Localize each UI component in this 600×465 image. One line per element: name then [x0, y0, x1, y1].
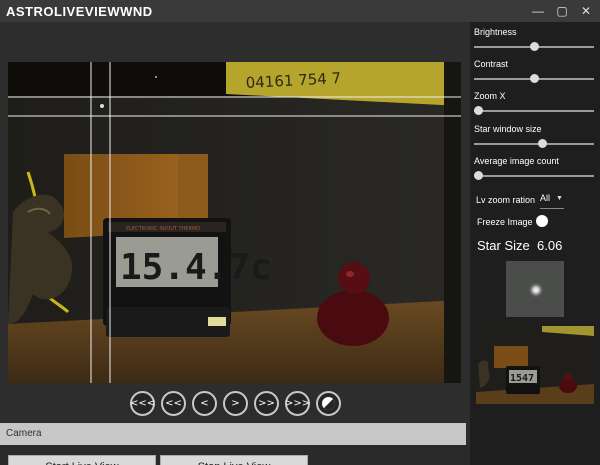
- star-preview-render: [506, 261, 564, 317]
- chevron-down-icon: ▼: [556, 195, 563, 202]
- navigation-bar: <<< << < > >> >>>: [0, 391, 470, 421]
- zoom-x-track: [474, 110, 594, 112]
- brightness-label: Brightness: [474, 27, 517, 37]
- avg-image-count-slider[interactable]: [474, 170, 594, 182]
- thumb-box: [494, 346, 528, 368]
- star-window-thumb[interactable]: [538, 139, 548, 148]
- nav-medium-right-button[interactable]: >>: [254, 391, 279, 416]
- avg-count-track: [474, 175, 594, 177]
- contrast-thumb[interactable]: [529, 74, 539, 83]
- nav-left-button[interactable]: <: [192, 391, 217, 416]
- freeze-image-label: Freeze Image: [477, 217, 533, 227]
- buddha-highlight: [346, 271, 354, 277]
- star-window-size-label: Star window size: [474, 124, 542, 134]
- contrast-label: Contrast: [474, 59, 509, 69]
- contrast-slider[interactable]: [474, 73, 594, 85]
- camera-panel-label: Camera: [6, 428, 42, 439]
- maximize-button[interactable]: ▢: [551, 0, 573, 22]
- camera-controls: Start Live View Stop Live View: [0, 445, 470, 465]
- close-button[interactable]: ✕: [575, 0, 597, 22]
- lv-zoom-value: All: [540, 193, 551, 203]
- zoom-x-thumb[interactable]: [474, 106, 483, 115]
- star-window-track: [474, 143, 594, 145]
- lcd-readout: 15.4.7c: [120, 247, 272, 288]
- star-point: [100, 104, 104, 108]
- lv-zoom-label: Lv zoom ration: [476, 195, 536, 205]
- live-view-image[interactable]: 04161 754 7 ELECTRONIC IN/OUT THERMO 15.…: [8, 62, 461, 383]
- live-view-scene: 04161 754 7 ELECTRONIC IN/OUT THERMO 15.…: [8, 62, 461, 383]
- title-bar: ASTROLIVEVIEWWND — ▢ ✕: [0, 0, 600, 22]
- thumb-buddha: [559, 379, 577, 393]
- freeze-image-toggle[interactable]: [536, 215, 548, 227]
- nav-fast-right-button[interactable]: >>>: [285, 391, 310, 416]
- thumbnail-preview[interactable]: 1547: [476, 326, 594, 404]
- buddha-body: [317, 290, 389, 346]
- nav-medium-left-button[interactable]: <<: [161, 391, 186, 416]
- settings-sidebar: Brightness Contrast Zoom X Star window s…: [470, 22, 600, 465]
- wall-edge: [444, 62, 461, 383]
- zoom-x-label: Zoom X: [474, 91, 506, 101]
- brightness-thumb[interactable]: [529, 42, 539, 51]
- star-size-value: 6.06: [537, 238, 563, 253]
- contrast-icon: [322, 397, 336, 411]
- window-title: ASTROLIVEVIEWWND: [6, 4, 153, 19]
- camera-panel-header: Camera: [0, 423, 466, 445]
- star-size-label: Star Size: [477, 238, 530, 253]
- thermo-label: [208, 317, 226, 326]
- thermo-header: ELECTRONIC IN/OUT THERMO: [126, 226, 200, 232]
- brightness-slider[interactable]: [474, 41, 594, 53]
- star-blob: [528, 282, 544, 298]
- minimize-button[interactable]: —: [527, 0, 549, 22]
- star-point-small: [155, 76, 157, 78]
- thumb-buddha-head: [564, 373, 572, 381]
- main-panel: 04161 754 7 ELECTRONIC IN/OUT THERMO 15.…: [0, 22, 470, 465]
- thumbnail-render: 1547: [476, 326, 594, 404]
- nav-fast-left-button[interactable]: <<<: [130, 391, 155, 416]
- lv-zoom-select[interactable]: All ▼: [540, 193, 564, 209]
- zoom-x-slider[interactable]: [474, 105, 594, 117]
- thumb-lcd-readout: 1547: [510, 373, 534, 384]
- nav-right-button[interactable]: >: [223, 391, 248, 416]
- star-window-size-slider[interactable]: [474, 138, 594, 150]
- stop-live-view-button[interactable]: Stop Live View: [160, 455, 308, 465]
- avg-image-count-label: Average image count: [474, 156, 559, 166]
- start-live-view-button[interactable]: Start Live View: [8, 455, 156, 465]
- select-underline: [540, 208, 564, 209]
- star-preview-image: [506, 261, 564, 317]
- contrast-toggle-button[interactable]: [316, 391, 341, 416]
- buddha-head: [338, 262, 370, 294]
- avg-count-thumb[interactable]: [474, 171, 483, 180]
